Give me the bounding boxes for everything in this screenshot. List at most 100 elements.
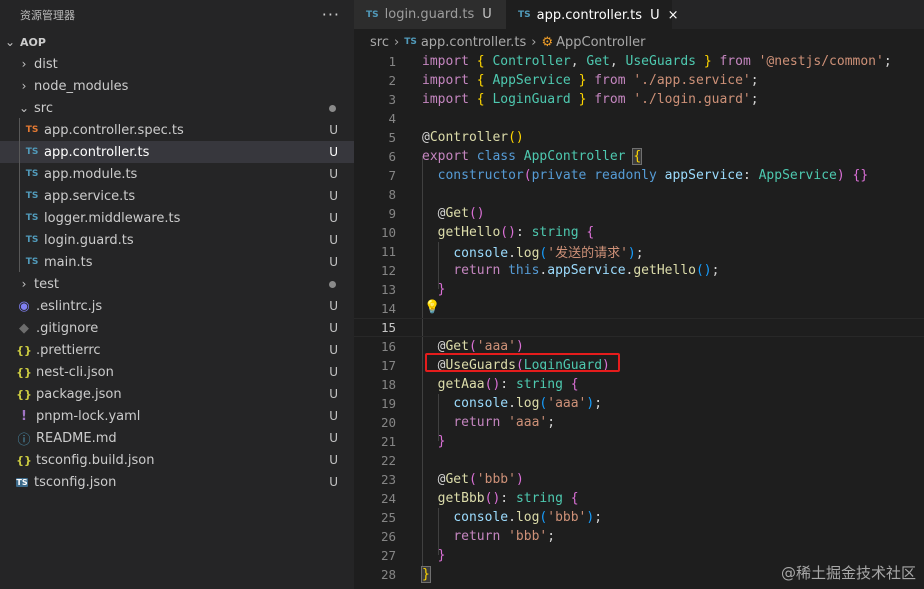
json-icon: {} <box>16 343 32 357</box>
tree-item-label: main.ts <box>44 254 93 270</box>
modified-dot-icon <box>329 104 336 112</box>
explorer-header: 资源管理器 ··· <box>0 0 354 29</box>
code-line: } <box>437 434 446 449</box>
class-symbol-icon: ⚙ <box>541 34 554 50</box>
typescript-icon: TS <box>25 169 39 179</box>
git-status-badge: U <box>329 343 338 357</box>
tree-item-main-ts[interactable]: TS main.ts U <box>0 251 354 273</box>
close-icon[interactable]: × <box>668 8 679 23</box>
chevron-right-icon: › <box>531 34 537 50</box>
tree-item-label: tsconfig.build.json <box>36 452 155 468</box>
tree-item-app-controller-ts[interactable]: TS app.controller.ts U <box>0 141 354 163</box>
chevron-right-icon: › <box>21 57 27 71</box>
code-line: console.log('bbb'); <box>453 510 603 525</box>
code-line: return 'bbb'; <box>453 529 556 544</box>
tree-item-app-module-ts[interactable]: TS app.module.ts U <box>0 163 354 185</box>
tree-item-label: logger.middleware.ts <box>44 210 181 226</box>
editor-area: TS login.guard.ts U TS app.controller.ts… <box>354 0 924 589</box>
typescript-icon: TS <box>25 147 39 157</box>
tree-item-label: pnpm-lock.yaml <box>36 408 141 424</box>
typescript-spec-icon: TS <box>25 125 39 135</box>
tree-item-prettierrc[interactable]: {} .prettierrc U <box>0 339 354 361</box>
tree-item-app-service-ts[interactable]: TS app.service.ts U <box>0 185 354 207</box>
tree-item-label: .eslintrc.js <box>36 298 103 314</box>
breadcrumb-folder[interactable]: src <box>370 35 389 50</box>
code-line: export class AppController { <box>422 148 643 165</box>
git-status-badge: U <box>329 123 338 137</box>
tab-label: app.controller.ts <box>536 7 643 23</box>
tree-item-label: app.controller.ts <box>44 144 150 160</box>
chevron-right-icon: › <box>393 34 400 50</box>
tree-item-nest-cli-json[interactable]: {} nest-cli.json U <box>0 361 354 383</box>
code-line-current <box>354 318 924 337</box>
typescript-icon: TS <box>25 257 39 267</box>
lightbulb-icon[interactable]: 💡 <box>424 300 440 315</box>
tree-item-label: app.service.ts <box>44 188 136 204</box>
tree-item-readme-md[interactable]: ⓘ README.md U <box>0 427 354 449</box>
workspace-root[interactable]: ⌄ AOP <box>0 31 354 53</box>
more-actions-icon[interactable]: ··· <box>322 5 340 24</box>
typescript-icon: TS <box>518 10 531 20</box>
tree-item-package-json[interactable]: {} package.json U <box>0 383 354 405</box>
highlight-box <box>425 353 620 372</box>
watermark: @稀土掘金技术社区 <box>780 564 916 582</box>
tree-item-gitignore[interactable]: ◆ .gitignore U <box>0 317 354 339</box>
code-line: console.log('发送的请求'); <box>453 246 644 261</box>
typescript-icon: TS <box>404 37 417 47</box>
code-line: import { LoginGuard } from './login.guar… <box>422 92 759 107</box>
tree-item-pnpm-lock-yaml[interactable]: ! pnpm-lock.yaml U <box>0 405 354 427</box>
tree-item-src[interactable]: ⌄ src <box>0 97 354 119</box>
tree-item-dist[interactable]: › dist <box>0 53 354 75</box>
tree-item-logger-middleware-ts[interactable]: TS logger.middleware.ts U <box>0 207 354 229</box>
tree-item-node-modules[interactable]: › node_modules <box>0 75 354 97</box>
tree-item-app-controller-spec-ts[interactable]: TS app.controller.spec.ts U <box>0 119 354 141</box>
code-line: @Get('bbb') <box>437 472 524 487</box>
git-status-badge: U <box>329 409 338 423</box>
explorer-sidebar: 资源管理器 ··· ⌄ AOP › dist › node_modules ⌄ src TS… <box>0 0 354 589</box>
workspace-root-label: AOP <box>20 35 46 49</box>
line-number: 8 <box>388 187 396 202</box>
code-line: @Get() <box>437 206 485 221</box>
tsconfig-icon: TS <box>16 477 28 487</box>
eslint-icon: ◉ <box>18 298 30 314</box>
line-number: 22 <box>380 453 396 468</box>
git-status-badge: U <box>329 431 338 445</box>
tab-bar: TS login.guard.ts U TS app.controller.ts… <box>354 0 924 29</box>
code-line: return this.appService.getHello(); <box>453 263 720 278</box>
tree-item-label: test <box>34 276 59 292</box>
breadcrumb-symbol[interactable]: AppController <box>556 35 645 50</box>
git-status-badge: U <box>329 453 338 467</box>
code-line: console.log('aaa'); <box>453 396 603 411</box>
tree-item-label: app.module.ts <box>44 166 138 182</box>
tree-item-label: app.controller.spec.ts <box>44 122 184 138</box>
git-status-badge: U <box>329 189 338 203</box>
tree-item-test[interactable]: › test <box>0 273 354 295</box>
tab-app-controller[interactable]: TS app.controller.ts U × <box>506 0 678 29</box>
tree-item-login-guard-ts[interactable]: TS login.guard.ts U <box>0 229 354 251</box>
git-status-badge: U <box>329 321 338 335</box>
chevron-down-icon: ⌄ <box>4 35 16 49</box>
tab-label: login.guard.ts <box>384 7 475 22</box>
code-line: getBbb(): string { <box>437 491 579 506</box>
tree-item-label: tsconfig.json <box>34 474 117 490</box>
tree-item-tsconfig-build-json[interactable]: {} tsconfig.build.json U <box>0 449 354 471</box>
code-line: getAaa(): string { <box>437 377 579 392</box>
tree-item-tsconfig-json[interactable]: TS tsconfig.json U <box>0 471 354 493</box>
typescript-icon: TS <box>25 213 39 223</box>
code-line: constructor(private readonly appService:… <box>437 168 869 183</box>
tree-item-label: src <box>34 100 53 116</box>
typescript-icon: TS <box>366 9 379 20</box>
git-status-badge: U <box>329 211 338 225</box>
tree-item-label: README.md <box>36 430 117 446</box>
breadcrumb-file[interactable]: app.controller.ts <box>421 35 526 50</box>
chevron-right-icon: › <box>21 79 27 93</box>
tab-status: U <box>482 7 492 22</box>
tab-login-guard[interactable]: TS login.guard.ts U <box>354 0 506 29</box>
json-icon: {} <box>16 387 32 401</box>
code-line: } <box>437 282 446 297</box>
info-icon: ⓘ <box>17 432 31 448</box>
code-line: return 'aaa'; <box>453 415 556 430</box>
json-icon: {} <box>16 453 32 467</box>
git-status-badge: U <box>329 299 338 313</box>
tree-item-eslintrc-js[interactable]: ◉ .eslintrc.js U <box>0 295 354 317</box>
